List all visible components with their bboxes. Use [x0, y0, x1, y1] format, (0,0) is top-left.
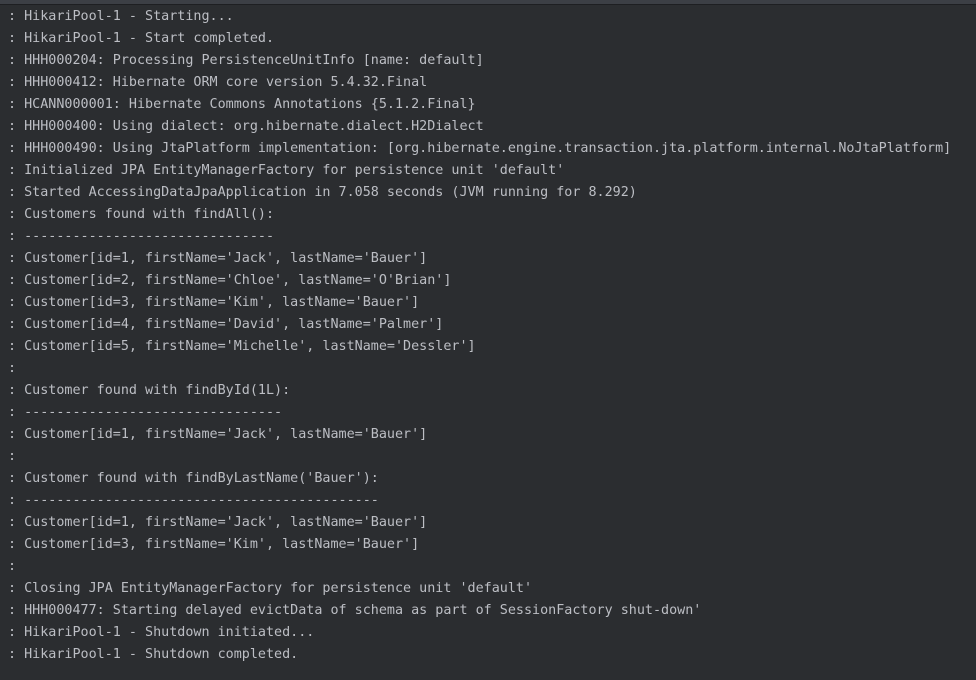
console-line: : Customer[id=2, firstName='Chloe', last… [8, 273, 452, 288]
console-line: : Customer[id=1, firstName='Jack', lastN… [8, 251, 428, 266]
console-line: : [8, 559, 17, 574]
console-line: : Customer found with findByLastName('Ba… [8, 471, 379, 486]
console-line: : HHH000204: Processing PersistenceUnitI… [8, 53, 484, 68]
console-line: : Initialized JPA EntityManagerFactory f… [8, 163, 565, 178]
console-line: : ------------------------------- [8, 229, 275, 244]
console-line: : HikariPool-1 - Shutdown completed. [8, 647, 299, 662]
console-line: : [8, 449, 17, 464]
console-line: : Customer[id=1, firstName='Jack', lastN… [8, 515, 428, 530]
console-output[interactable]: : HikariPool-1 - Starting... : HikariPoo… [8, 6, 976, 680]
console-window: : HikariPool-1 - Starting... : HikariPoo… [0, 0, 976, 680]
console-line: : HCANN000001: Hibernate Commons Annotat… [8, 97, 476, 112]
console-line: : HHH000490: Using JtaPlatform implement… [8, 141, 952, 156]
console-line: : Customer[id=4, firstName='David', last… [8, 317, 444, 332]
console-line: : Customer[id=3, firstName='Kim', lastNa… [8, 537, 420, 552]
console-line: : Customers found with findAll(): [8, 207, 275, 222]
console-line: : HHH000400: Using dialect: org.hibernat… [8, 119, 484, 134]
console-line: : Customer[id=3, firstName='Kim', lastNa… [8, 295, 420, 310]
console-line: : HHH000477: Starting delayed evictData … [8, 603, 702, 618]
console-line: : -------------------------------- [8, 405, 283, 420]
console-line: : --------------------------------------… [8, 493, 379, 508]
console-line: : HikariPool-1 - Starting... [8, 9, 234, 24]
console-line: : HHH000412: Hibernate ORM core version … [8, 75, 428, 90]
console-line: : Started AccessingDataJpaApplication in… [8, 185, 637, 200]
console-line: : HikariPool-1 - Shutdown initiated... [8, 625, 315, 640]
console-line: : Closing JPA EntityManagerFactory for p… [8, 581, 533, 596]
console-line: : Customer found with findById(1L): [8, 383, 291, 398]
console-line: : [8, 361, 17, 376]
console-line: : Customer[id=5, firstName='Michelle', l… [8, 339, 476, 354]
console-top-edge [0, 0, 976, 5]
console-line: : Customer[id=1, firstName='Jack', lastN… [8, 427, 428, 442]
console-line: : HikariPool-1 - Start completed. [8, 31, 275, 46]
